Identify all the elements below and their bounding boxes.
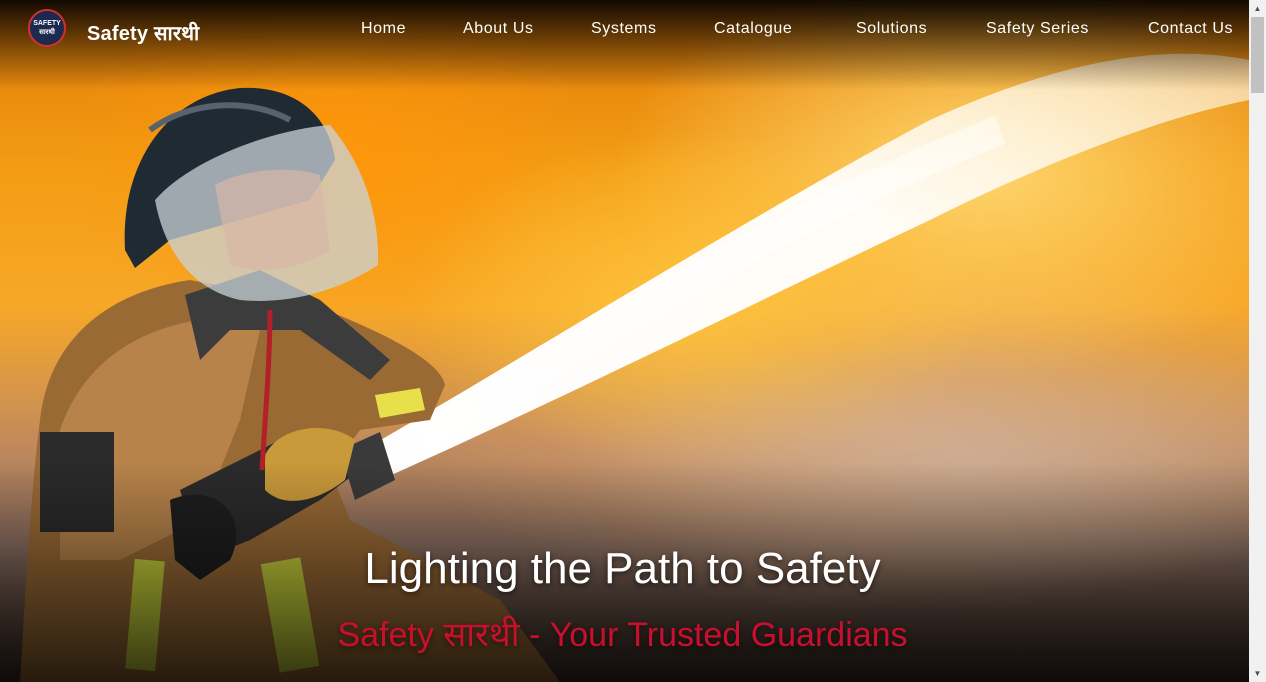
nav-link-contact-us[interactable]: Contact Us bbox=[1148, 20, 1233, 38]
nav-link-about-us[interactable]: About Us bbox=[463, 20, 534, 38]
page-scrollbar[interactable]: ▲ ▼ bbox=[1249, 0, 1266, 682]
nav-link-home[interactable]: Home bbox=[361, 20, 406, 38]
hero-headline: Lighting the Path to Safety bbox=[364, 544, 881, 593]
scroll-up-arrow-icon[interactable]: ▲ bbox=[1249, 0, 1266, 17]
nav-link-safety-series[interactable]: Safety Series bbox=[986, 20, 1089, 38]
scroll-down-arrow-icon[interactable]: ▼ bbox=[1249, 665, 1266, 682]
page-viewport: SAFETY सारथी Safety सारथी Home About Us … bbox=[0, 0, 1249, 682]
nav-link-systems[interactable]: Systems bbox=[591, 20, 657, 38]
scrollbar-thumb[interactable] bbox=[1251, 17, 1264, 93]
nav-link-catalogue[interactable]: Catalogue bbox=[714, 20, 792, 38]
hero-tagline: Safety सारथी - Your Trusted Guardians bbox=[337, 616, 908, 654]
site-header: SAFETY सारथी Safety सारथी Home About Us … bbox=[0, 0, 1249, 62]
main-nav: Home About Us Systems Catalogue Solution… bbox=[0, 20, 1249, 42]
nav-link-solutions[interactable]: Solutions bbox=[856, 20, 927, 38]
